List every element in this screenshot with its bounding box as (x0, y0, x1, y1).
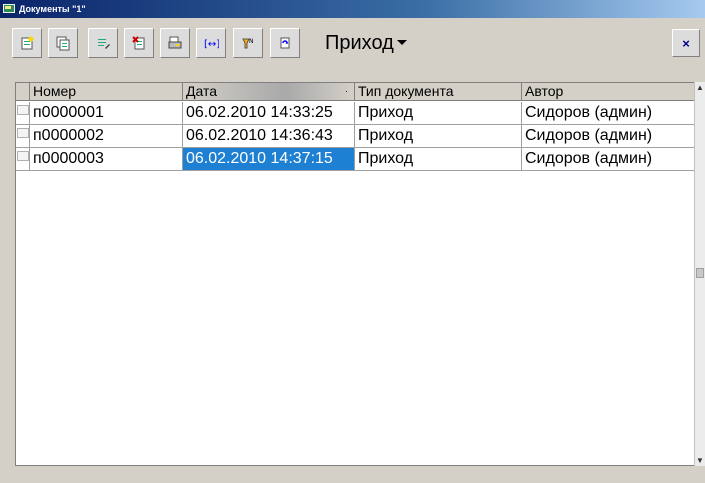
cell-doc-type[interactable]: Приход (355, 148, 522, 171)
table-row[interactable]: п0000003 06.02.2010 14:37:15 Приход Сидо… (16, 148, 694, 171)
row-indicator (16, 102, 30, 125)
refresh-icon (280, 37, 290, 49)
row-indicator-header (16, 83, 30, 101)
sort-arrow-icon: · (345, 86, 348, 96)
table-row[interactable]: п0000002 06.02.2010 14:36:43 Приход Сидо… (16, 125, 694, 148)
cell-date[interactable]: 06.02.2010 14:36:43 (183, 125, 355, 148)
svg-text:N: N (249, 38, 254, 45)
scroll-up-icon[interactable]: ▲ (695, 82, 705, 93)
documents-table: Номер Дата · Тип документа Автор п0000001… (15, 82, 694, 466)
cell-doc-type[interactable]: Приход (355, 102, 522, 125)
interval-button[interactable]: [↔] (196, 28, 226, 58)
copy-doc-icon (56, 36, 70, 51)
close-icon: × (682, 35, 690, 51)
delete-doc-button[interactable] (124, 28, 154, 58)
folder-icon (3, 4, 15, 13)
refresh-button[interactable] (270, 28, 300, 58)
new-doc-button[interactable] (12, 28, 42, 58)
column-header-date[interactable]: Дата · (183, 83, 355, 101)
cell-number[interactable]: п0000003 (30, 148, 183, 171)
column-header-author[interactable]: Автор (522, 83, 694, 101)
document-icon (17, 128, 29, 138)
copy-doc-button[interactable] (48, 28, 78, 58)
table-row[interactable]: п0000001 06.02.2010 14:33:25 Приход Сидо… (16, 102, 694, 125)
column-header-number[interactable]: Номер (30, 83, 183, 101)
title-bar: Документы "1" (0, 0, 705, 18)
close-button[interactable]: × (672, 29, 700, 57)
cell-author[interactable]: Сидоров (админ) (522, 102, 694, 125)
cell-doc-type[interactable]: Приход (355, 125, 522, 148)
document-type-dropdown[interactable]: Приход (325, 29, 407, 57)
delete-doc-icon (132, 36, 145, 50)
svg-text:[↔]: [↔] (204, 39, 219, 50)
print-button[interactable] (160, 28, 190, 58)
print-icon (168, 36, 182, 49)
row-indicator (16, 148, 30, 171)
row-indicator (16, 125, 30, 148)
cell-number[interactable]: п0000001 (30, 102, 183, 125)
cell-date-selected[interactable]: 06.02.2010 14:37:15 (183, 148, 355, 171)
cell-date[interactable]: 06.02.2010 14:33:25 (183, 102, 355, 125)
filter-icon: N (242, 38, 254, 49)
filter-button[interactable]: N (233, 28, 263, 58)
edit-doc-button[interactable] (88, 28, 118, 58)
window-title: Документы "1" (19, 4, 86, 14)
cell-number[interactable]: п0000002 (30, 125, 183, 148)
column-header-doc-type[interactable]: Тип документа (355, 83, 522, 101)
document-type-label: Приход (325, 32, 394, 54)
new-doc-icon (21, 36, 34, 50)
vertical-scrollbar[interactable]: ▲ ▼ (694, 82, 705, 466)
edit-doc-icon (98, 39, 110, 49)
chevron-down-icon (396, 40, 407, 46)
document-icon (17, 151, 29, 161)
cell-author[interactable]: Сидоров (админ) (522, 125, 694, 148)
cell-author[interactable]: Сидоров (админ) (522, 148, 694, 171)
interval-icon: [↔] (204, 39, 219, 50)
scroll-thumb[interactable] (696, 268, 704, 278)
document-icon (17, 105, 29, 115)
scroll-down-icon[interactable]: ▼ (695, 455, 705, 466)
